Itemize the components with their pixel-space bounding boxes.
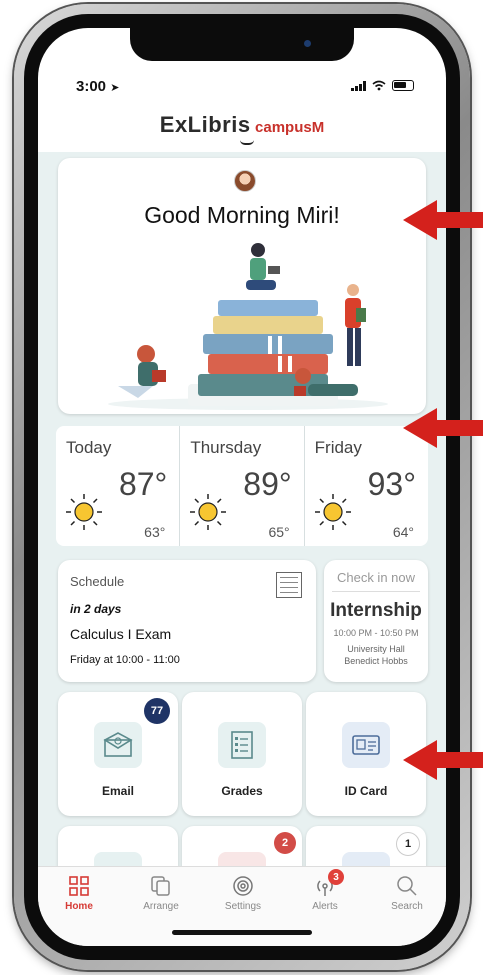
tile-badge: 1 xyxy=(396,832,420,856)
email-badge: 77 xyxy=(144,698,170,724)
checkin-title: Internship xyxy=(330,600,422,621)
sun-icon xyxy=(190,494,227,530)
schedule-label: Schedule xyxy=(70,574,125,589)
tile-badge: 2 xyxy=(274,832,296,854)
alerts-badge: 3 xyxy=(328,869,344,885)
tab-search[interactable]: Search xyxy=(366,875,446,912)
sun-icon xyxy=(314,494,351,530)
logo-campusm: campusM xyxy=(255,119,325,136)
sun-icon xyxy=(66,494,102,530)
schedule-time: Friday at 10:00 - 11:00 xyxy=(70,654,180,666)
arrow-left-icon xyxy=(403,740,483,780)
weather-day: Thursday 89° 65° xyxy=(180,426,305,546)
tab-alerts[interactable]: 3 Alerts xyxy=(284,869,366,912)
alerts-icon: 3 xyxy=(314,869,344,897)
arrow-left-icon xyxy=(403,408,483,448)
checkin-card[interactable]: Check in now Internship 10:00 PM - 10:50… xyxy=(324,560,428,682)
weather-high: 89° xyxy=(243,466,292,502)
grades-icon xyxy=(218,722,266,768)
schedule-when: in 2 days xyxy=(70,602,122,616)
battery-icon xyxy=(392,80,414,91)
weather-low: 64° xyxy=(392,524,414,540)
schedule-card[interactable]: Schedule in 2 days Calculus I Exam Frida… xyxy=(58,560,316,682)
weather-day-label: Thursday xyxy=(190,438,262,457)
location-arrow-icon: ➤ xyxy=(110,82,120,94)
greeting-text: Good Morning Miri! xyxy=(144,202,340,228)
avatar[interactable] xyxy=(234,170,256,192)
weather-day-label: Friday xyxy=(314,438,362,457)
tab-label: Home xyxy=(65,901,93,912)
id-card-icon xyxy=(342,722,390,768)
home-icon xyxy=(68,875,90,897)
schedule-list-icon xyxy=(276,572,302,598)
status-icons xyxy=(351,80,414,91)
search-icon xyxy=(396,875,418,897)
weather-high: 87° xyxy=(118,466,168,502)
students-books-illustration xyxy=(108,243,388,410)
tab-settings[interactable]: Settings xyxy=(202,875,284,912)
arrow-left-icon xyxy=(403,200,483,240)
notch xyxy=(130,28,354,61)
signal-icon xyxy=(351,80,366,91)
app-logo: ExLibris campusM xyxy=(38,112,446,145)
settings-icon xyxy=(232,875,254,897)
checkin-place: University Hall xyxy=(347,644,405,654)
check-in-button[interactable]: Check in now xyxy=(332,570,420,592)
weather-day: Today 87° 63° xyxy=(56,426,181,546)
logo-smile xyxy=(240,140,254,145)
weather-low: 65° xyxy=(268,524,290,540)
logo-exlibris: ExLibris xyxy=(159,112,251,137)
home-indicator xyxy=(172,930,312,935)
greeting-card[interactable]: Good Morning Miri! xyxy=(58,158,426,414)
weather-low: 63° xyxy=(144,524,166,540)
tab-label: Settings xyxy=(224,901,262,912)
tile-grades[interactable]: Grades xyxy=(182,692,302,816)
tile-email[interactable]: 77 Email xyxy=(58,692,178,816)
schedule-title: Calculus I Exam xyxy=(70,626,172,642)
checkin-person: Benedict Hobbs xyxy=(344,656,408,666)
email-icon xyxy=(94,722,142,768)
tab-arrange[interactable]: Arrange xyxy=(120,875,202,912)
tile-label: Email xyxy=(101,784,134,798)
tile-label: Grades xyxy=(221,784,263,798)
phone-screen: 3:00 ➤ ExLibris campusM Good Morning Mir… xyxy=(38,28,446,946)
tab-label: Alerts xyxy=(312,901,338,912)
weather-day-label: Today xyxy=(66,438,112,457)
tab-label: Arrange xyxy=(143,901,179,912)
tab-label: Search xyxy=(391,901,423,912)
checkin-time: 10:00 PM - 10:50 PM xyxy=(333,628,419,638)
front-camera xyxy=(304,40,311,47)
tile-label: ID Card xyxy=(344,784,388,798)
weather-high: 93° xyxy=(367,466,416,502)
weather-widget[interactable]: Today 87° 63° Thursday 89° 65° Friday 93… xyxy=(56,426,428,546)
status-time: 3:00 ➤ xyxy=(76,78,120,95)
arrange-icon xyxy=(150,875,172,897)
wifi-icon xyxy=(372,80,386,91)
tab-home[interactable]: Home xyxy=(38,875,120,912)
